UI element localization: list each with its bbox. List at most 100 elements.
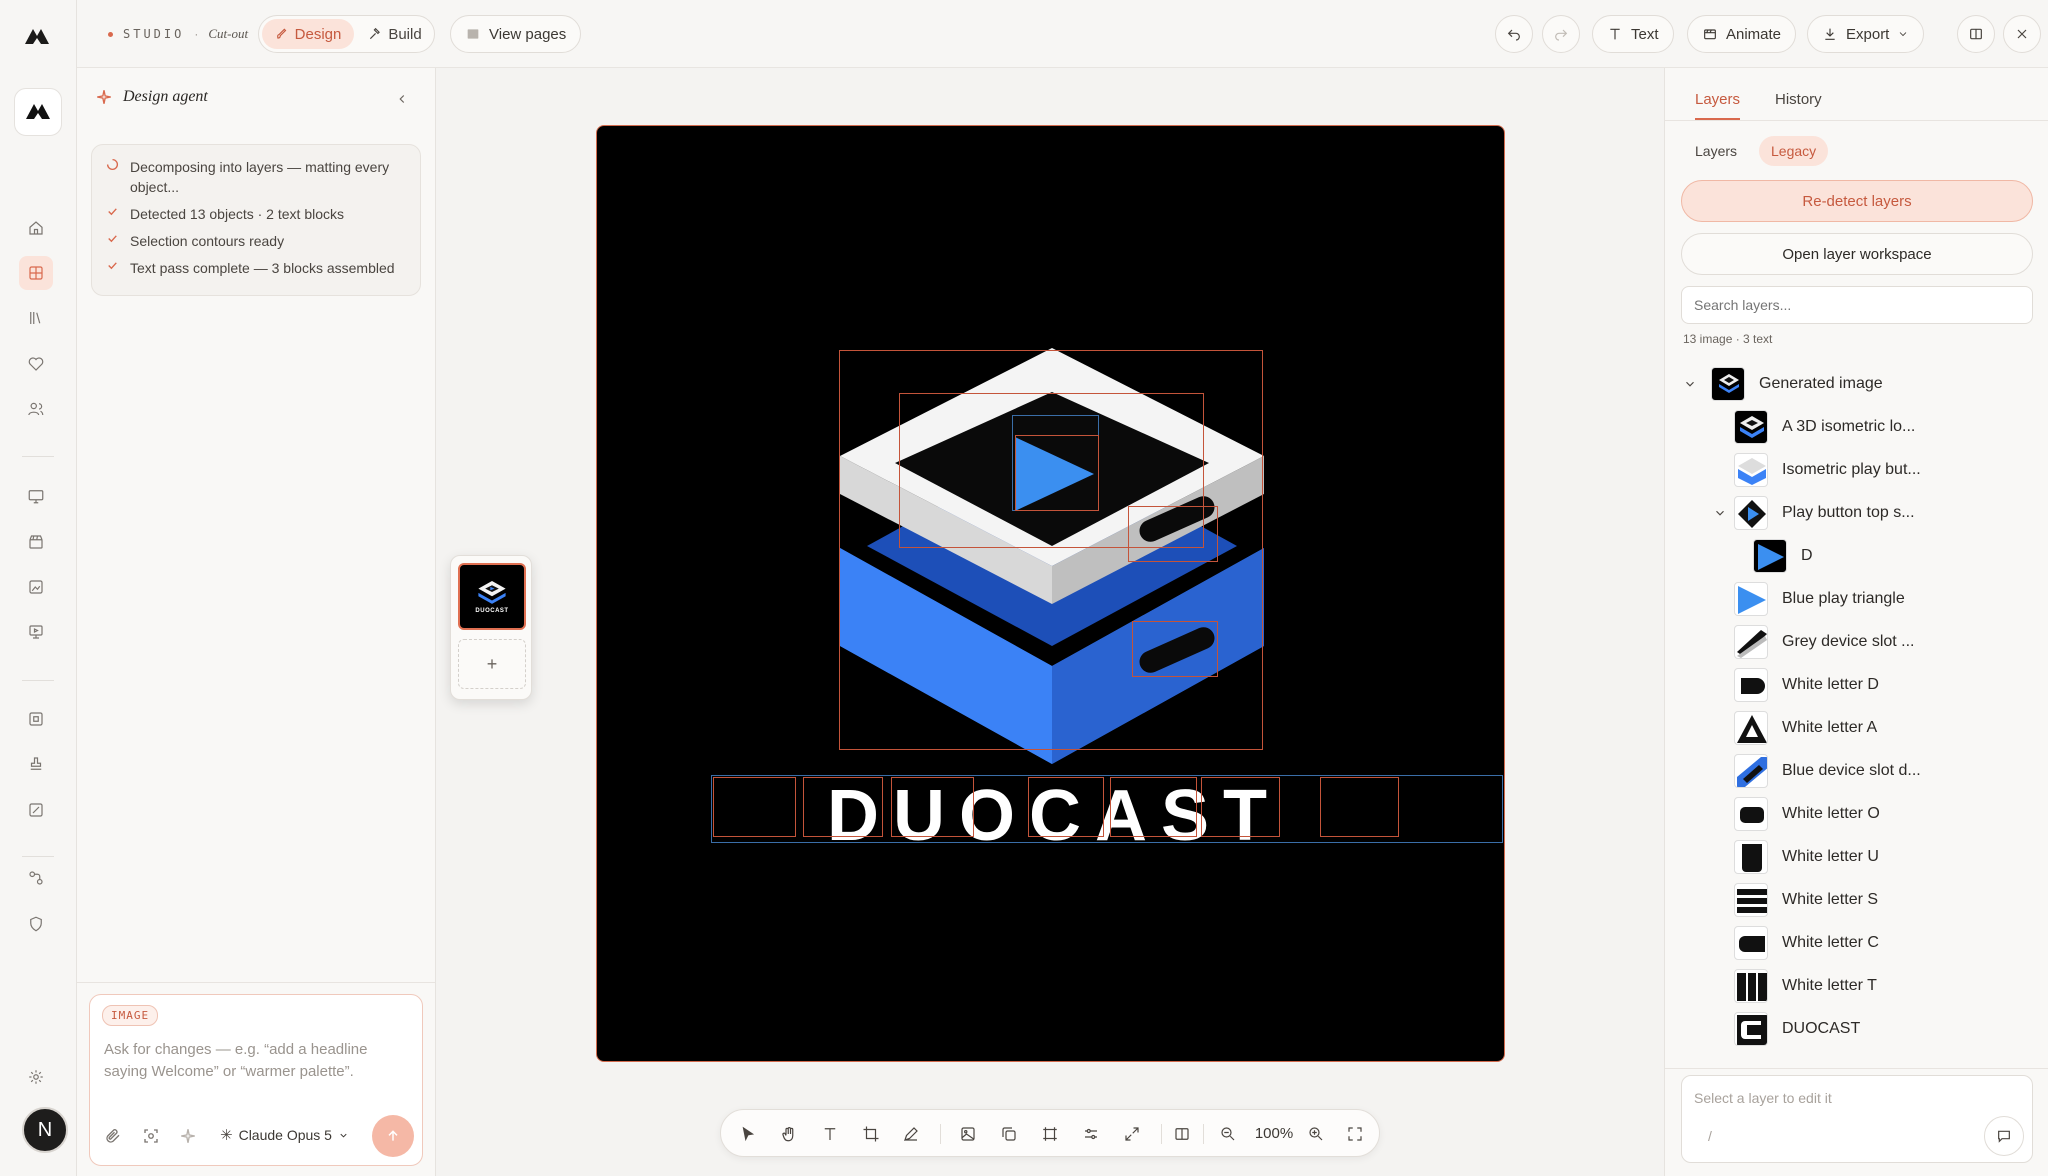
layer-row[interactable]: White letter C bbox=[1734, 923, 1879, 963]
pan-tool[interactable] bbox=[777, 1122, 801, 1146]
layer-row[interactable]: A 3D isometric lo... bbox=[1734, 407, 1915, 447]
subtab-legacy[interactable]: Legacy bbox=[1759, 136, 1829, 166]
duplicate-tool[interactable] bbox=[997, 1122, 1021, 1146]
subtab-layers[interactable]: Layers bbox=[1695, 136, 1737, 166]
layer-row-root[interactable]: Generated image bbox=[1683, 364, 1883, 404]
selection-box-letter-o[interactable] bbox=[891, 777, 974, 837]
progress-step: Decomposing into layers — matting every … bbox=[106, 157, 406, 197]
connections-icon[interactable] bbox=[19, 861, 53, 895]
user-avatar[interactable]: N bbox=[22, 1107, 68, 1153]
library-icon[interactable] bbox=[19, 301, 53, 335]
build-tab[interactable]: Build bbox=[360, 19, 430, 49]
screenshot-button[interactable] bbox=[142, 1127, 162, 1147]
redo-button[interactable] bbox=[1542, 15, 1580, 53]
artboard[interactable]: DUOCAST bbox=[596, 125, 1505, 1062]
transform-tool[interactable] bbox=[1038, 1122, 1062, 1146]
attach-button[interactable] bbox=[104, 1127, 124, 1147]
monitor-icon[interactable] bbox=[19, 479, 53, 513]
fit-screen-button[interactable] bbox=[1343, 1122, 1367, 1146]
split-view-button[interactable] bbox=[1957, 15, 1995, 53]
animate-button[interactable]: Animate bbox=[1687, 15, 1797, 53]
open-workspace-button[interactable]: Open layer workspace bbox=[1681, 233, 2033, 275]
page-thumbnail[interactable]: DUOCAST bbox=[458, 563, 526, 630]
layer-row[interactable]: D bbox=[1753, 536, 1813, 576]
selection-box-grey-slot[interactable] bbox=[1128, 506, 1218, 562]
compare-tool[interactable] bbox=[1170, 1122, 1194, 1146]
resize-tool[interactable] bbox=[1120, 1122, 1144, 1146]
close-button[interactable] bbox=[2003, 15, 2041, 53]
crop-tool[interactable] bbox=[859, 1122, 883, 1146]
app-logo-icon[interactable] bbox=[22, 22, 52, 52]
tab-history[interactable]: History bbox=[1775, 82, 1822, 120]
selection-box-letter-t[interactable] bbox=[1320, 777, 1399, 837]
magic-button[interactable] bbox=[179, 1127, 199, 1147]
design-tab[interactable]: Design bbox=[262, 19, 354, 49]
layer-row[interactable]: Blue play triangle bbox=[1734, 579, 1905, 619]
layer-row[interactable]: White letter O bbox=[1734, 794, 1880, 834]
model-selector[interactable]: ✳ Claude Opus 5 bbox=[220, 1126, 349, 1144]
draw-tool[interactable] bbox=[899, 1122, 923, 1146]
layer-row[interactable]: Grey device slot ... bbox=[1734, 622, 1915, 662]
selection-box-play-inner[interactable] bbox=[1015, 435, 1099, 511]
text-tool[interactable] bbox=[818, 1122, 842, 1146]
redetect-layers-button[interactable]: Re-detect layers bbox=[1681, 180, 2033, 222]
stamp-icon[interactable] bbox=[19, 747, 53, 781]
layer-thumbnail bbox=[1734, 668, 1768, 702]
settings-gear-icon[interactable] bbox=[19, 1060, 53, 1094]
progress-step: Detected 13 objects · 2 text blocks bbox=[106, 204, 406, 224]
presentation-icon[interactable] bbox=[19, 615, 53, 649]
add-page-button[interactable]: + bbox=[458, 639, 526, 689]
layer-name: White letter D bbox=[1782, 676, 1879, 693]
layer-row[interactable]: White letter S bbox=[1734, 880, 1878, 920]
collapse-panel-button[interactable] bbox=[391, 88, 413, 110]
layer-counts-text: 13 image · 3 text bbox=[1683, 332, 1773, 346]
text-button[interactable]: Text bbox=[1592, 15, 1674, 53]
check-icon bbox=[106, 258, 120, 278]
comment-button[interactable] bbox=[1984, 1116, 2024, 1156]
layer-row[interactable]: DUOCAST bbox=[1734, 1009, 1860, 1049]
zoom-out-button[interactable] bbox=[1216, 1122, 1240, 1146]
selection-box-blue-slot[interactable] bbox=[1132, 621, 1218, 677]
select-tool[interactable] bbox=[736, 1122, 760, 1146]
layer-row[interactable]: White letter U bbox=[1734, 837, 1879, 877]
image-tool[interactable] bbox=[956, 1122, 980, 1146]
selection-box-letter-s[interactable] bbox=[1201, 777, 1280, 837]
image-edit-icon[interactable] bbox=[19, 570, 53, 604]
grid-icon[interactable] bbox=[19, 256, 53, 290]
brand-kit-icon[interactable] bbox=[19, 702, 53, 736]
edit-placeholder: Select a layer to edit it bbox=[1694, 1090, 1832, 1106]
focus-frame-icon bbox=[144, 1129, 158, 1143]
selection-box-letter-u[interactable] bbox=[803, 777, 883, 837]
zoom-level[interactable]: 100% bbox=[1249, 1123, 1299, 1145]
image-tag[interactable]: IMAGE bbox=[102, 1005, 159, 1026]
prompt-input[interactable]: Ask for changes — e.g. “add a headline s… bbox=[104, 1039, 410, 1083]
selection-box-letter-a[interactable] bbox=[1110, 777, 1197, 837]
layer-row[interactable]: Isometric play but... bbox=[1734, 450, 1921, 490]
clapperboard-icon[interactable] bbox=[19, 525, 53, 559]
undo-button[interactable] bbox=[1495, 15, 1533, 53]
layer-search-input[interactable] bbox=[1681, 286, 2033, 324]
layer-row[interactable]: Blue device slot d... bbox=[1734, 751, 1921, 791]
layer-row[interactable]: Play button top s... bbox=[1713, 493, 1915, 533]
send-button[interactable] bbox=[372, 1115, 414, 1157]
layer-thumbnail bbox=[1734, 582, 1768, 616]
users-icon[interactable] bbox=[19, 392, 53, 426]
layer-row[interactable]: White letter T bbox=[1734, 966, 1877, 1006]
shield-icon[interactable] bbox=[19, 907, 53, 941]
asset-icon[interactable] bbox=[19, 793, 53, 827]
workspace-avatar[interactable] bbox=[14, 88, 62, 136]
home-icon[interactable] bbox=[19, 211, 53, 245]
layer-edit-box[interactable]: Select a layer to edit it / bbox=[1681, 1075, 2033, 1163]
selection-box-letter-d[interactable] bbox=[713, 777, 796, 837]
export-button[interactable]: Export bbox=[1807, 15, 1925, 53]
toolbar-divider bbox=[1161, 1124, 1162, 1144]
zoom-in-button[interactable] bbox=[1304, 1122, 1328, 1146]
open-workspace-label: Open layer workspace bbox=[1782, 245, 1932, 263]
view-pages-button[interactable]: View pages bbox=[450, 15, 582, 53]
tab-layers[interactable]: Layers bbox=[1695, 82, 1741, 120]
heart-icon[interactable] bbox=[19, 347, 53, 381]
layer-row[interactable]: White letter D bbox=[1734, 665, 1879, 705]
adjust-tool[interactable] bbox=[1079, 1122, 1103, 1146]
selection-box-letter-c[interactable] bbox=[1028, 777, 1104, 837]
layer-row[interactable]: White letter A bbox=[1734, 708, 1877, 748]
